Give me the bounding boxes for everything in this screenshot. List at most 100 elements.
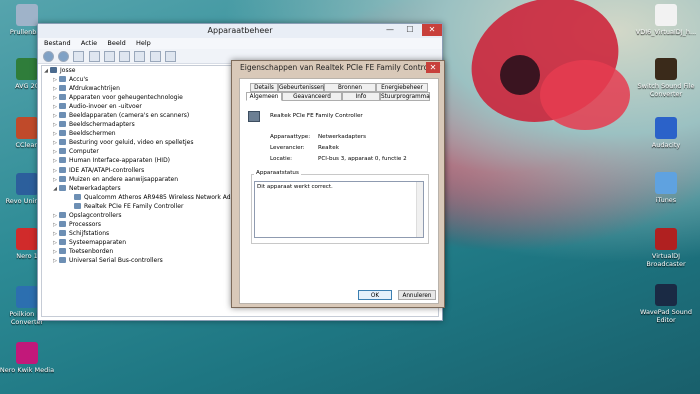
ok-button[interactable]: OK <box>358 290 392 300</box>
field-value-location: PCI-bus 3, apparaat 0, functie 2 <box>318 156 407 162</box>
tab-stuurprogramma[interactable]: Stuurprogramma <box>380 92 430 101</box>
desktop-icon[interactable]: Nero Kwik Media <box>0 342 58 374</box>
tree-item-label: Afdrukwachtrijen <box>69 85 120 93</box>
desktop-icon-label: VirtualDJ Broadcaster <box>646 252 686 268</box>
tree-item-label: Audio-invoer en -uitvoer <box>69 103 142 111</box>
menu-beeld[interactable]: Beeld <box>107 38 125 49</box>
device-category-icon <box>59 130 66 137</box>
converter-icon <box>16 286 38 308</box>
forward-icon[interactable] <box>58 51 70 62</box>
field-value-type: Netwerkadapters <box>318 134 367 140</box>
tree-item-label: Besturing voor geluid, video en spelletj… <box>69 139 194 147</box>
recycle-bin-icon <box>16 4 38 26</box>
network-adapter-icon <box>74 202 81 209</box>
back-icon[interactable] <box>43 51 54 62</box>
tree-item-label: Beeldschermen <box>69 130 116 138</box>
wallpaper-flower-petal <box>540 60 630 130</box>
minimize-button[interactable]: — <box>380 24 400 36</box>
maximize-button[interactable]: ☐ <box>400 24 420 36</box>
desktop-icon-label: Nero Kwik Media <box>0 366 55 374</box>
tree-view-icon[interactable] <box>73 51 85 62</box>
tree-item-label: Netwerkadapters <box>69 184 121 192</box>
network-adapter-icon <box>74 193 81 200</box>
desktop-icon[interactable]: Audacity <box>635 117 697 149</box>
nero-icon <box>16 228 38 250</box>
disable-device-icon[interactable] <box>164 51 176 62</box>
tab-bronnen[interactable]: Bronnen <box>324 83 376 92</box>
field-label-location: Locatie: <box>270 156 293 162</box>
avg-icon <box>16 58 38 80</box>
tree-item-label: Realtek PCIe FE Family Controller <box>84 202 184 210</box>
device-category-icon <box>59 175 66 182</box>
desktop-icon-label: iTunes <box>655 196 677 204</box>
device-category-icon <box>59 211 66 218</box>
menu-help[interactable]: Help <box>136 38 151 49</box>
close-button[interactable]: ✕ <box>422 24 442 36</box>
wallpaper-flower-center <box>500 55 540 95</box>
tree-item-label: Systeemapparaten <box>69 238 127 246</box>
itunes-icon <box>655 172 677 194</box>
device-name: Realtek PCIe FE Family Controller <box>270 113 363 119</box>
tree-item-label: Muizen en andere aanwijsapparaten <box>69 175 178 183</box>
properties-icon[interactable] <box>88 51 100 62</box>
dialog-close-button[interactable]: ✕ <box>426 62 440 73</box>
wavepad-icon <box>655 284 677 306</box>
device-category-icon <box>59 76 66 83</box>
help-icon[interactable] <box>103 51 115 62</box>
update-driver-icon[interactable] <box>134 51 146 62</box>
device-category-icon <box>59 184 66 191</box>
tree-item-label: Beeldapparaten (camera's en scanners) <box>69 112 190 120</box>
desktop-icon[interactable]: WavePad Sound Editor <box>635 284 697 324</box>
tab-info[interactable]: Info <box>342 92 380 101</box>
tab-energiebeheer[interactable]: Energiebeheer <box>376 83 428 92</box>
device-category-icon <box>59 103 66 110</box>
switch-icon <box>655 58 677 80</box>
desktop-icon-label: Switch Sound File Converter <box>637 82 695 98</box>
field-label-type: Apparaattype: <box>270 134 311 140</box>
device-category-icon <box>59 256 66 263</box>
pdf-icon <box>655 4 677 26</box>
desktop-icon-label: Audacity <box>651 141 681 149</box>
tab-algemeen[interactable]: Algemeen <box>246 92 282 101</box>
field-label-vendor: Leverancier: <box>270 145 305 151</box>
tree-item-label: Schijfstations <box>69 229 110 237</box>
expand-icon[interactable]: ◢ <box>51 185 59 194</box>
scan-hardware-icon[interactable] <box>149 51 161 62</box>
tree-item-label: Accu's <box>69 76 89 84</box>
audacity-icon <box>655 117 677 139</box>
device-category-icon <box>59 220 66 227</box>
properties-dialog: Eigenschappen van Realtek PCIe FE Family… <box>231 60 445 308</box>
device-category-icon <box>59 121 66 128</box>
menu-actie[interactable]: Actie <box>81 38 97 49</box>
menu-bestand[interactable]: Bestand <box>44 38 71 49</box>
desktop-icon[interactable]: VirtualDJ Broadcaster <box>635 228 697 268</box>
tab-details[interactable]: Details <box>250 83 278 92</box>
view-icon[interactable] <box>119 51 131 62</box>
tree-item-label: Qualcomm Atheros AR9485 Wireless Network… <box>84 193 247 201</box>
tree-item-label: Processors <box>69 220 102 228</box>
expand-icon[interactable]: ▷ <box>51 257 59 266</box>
tree-item-label: Beeldschermadapters <box>69 121 135 129</box>
desktop-icon[interactable]: iTunes <box>635 172 697 204</box>
tree-item-label: Universal Serial Bus-controllers <box>69 256 163 264</box>
tree-item-label: Human Interface-apparaten (HID) <box>69 157 171 165</box>
desktop-icon[interactable]: VDI6_VirtualDJ_h... <box>635 4 697 36</box>
device-category-icon <box>59 112 66 119</box>
device-status-text[interactable]: Dit apparaat werkt correct. <box>254 181 424 238</box>
dialog-title: Eigenschappen van Realtek PCIe FE Family… <box>240 63 441 72</box>
tree-item-label: Opslagcontrollers <box>69 211 122 219</box>
window-titlebar: Apparaatbeheer — ☐ ✕ <box>38 24 442 38</box>
desktop-icon-label: WavePad Sound Editor <box>639 308 693 324</box>
nero-kwik-icon <box>16 342 38 364</box>
tab-geavanceerd[interactable]: Geavanceerd <box>282 92 342 101</box>
cancel-button[interactable]: Annuleren <box>398 290 436 300</box>
menu-bar: Bestand Actie Beeld Help <box>38 38 442 49</box>
device-status-legend: Apparaatstatus <box>254 170 301 176</box>
device-status-group: Apparaatstatus Dit apparaat werkt correc… <box>251 170 429 244</box>
network-adapter-icon <box>248 111 260 122</box>
tab-gebeurtenissen[interactable]: Gebeurtenissen <box>278 83 324 92</box>
desktop-icon[interactable]: Switch Sound File Converter <box>635 58 697 98</box>
revo-icon <box>16 173 38 195</box>
status-scrollbar[interactable] <box>416 182 423 237</box>
device-category-icon <box>59 157 66 164</box>
